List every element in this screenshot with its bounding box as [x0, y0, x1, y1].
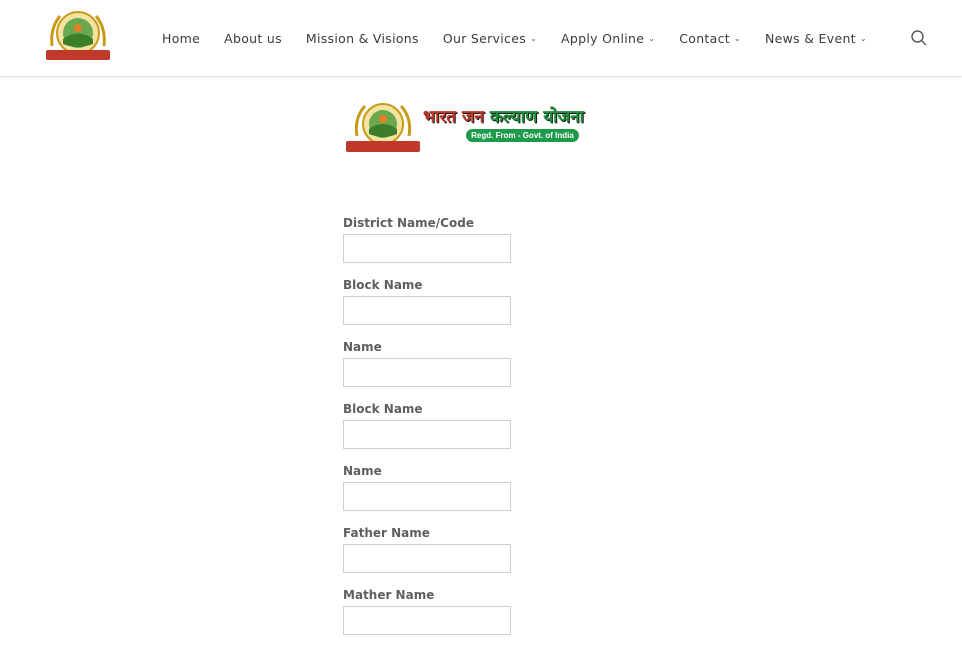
nav-label: Our Services [442, 31, 527, 46]
nav-our-services[interactable]: Our Services ⌄ [431, 31, 549, 46]
field-block-name: Block Name [343, 277, 643, 339]
nav-label: Contact [679, 31, 730, 46]
nav-label: News & Event [764, 31, 856, 46]
registration-badge: Regd. From - Govt. of India [466, 129, 579, 142]
nav-label: Apply Online [561, 31, 645, 46]
nav-label: Home [162, 31, 201, 46]
main-nav: Home About us Mission & Visions Our Serv… [150, 0, 879, 77]
field-name-2: Name [343, 463, 643, 525]
application-form: District Name/Code Block Name Name Block… [343, 215, 643, 649]
name-input[interactable] [343, 358, 511, 387]
nav-news-event[interactable]: News & Event ⌄ [753, 31, 879, 46]
site-logo[interactable] [40, 6, 116, 64]
chevron-down-icon: ⌄ [530, 34, 538, 43]
field-label: Block Name [343, 278, 423, 292]
field-mother-name: Mather Name [343, 587, 643, 649]
district-name-code-input[interactable] [343, 234, 511, 263]
chevron-down-icon: ⌄ [733, 34, 741, 43]
nav-label: About us [224, 31, 282, 46]
mother-name-input[interactable] [343, 606, 511, 635]
field-label: Block Name [343, 402, 423, 416]
search-icon[interactable] [910, 29, 928, 47]
chevron-down-icon: ⌄ [648, 34, 656, 43]
brand-title-part2: कल्याण योजना [489, 107, 584, 127]
block-name-input[interactable] [343, 296, 511, 325]
nav-home[interactable]: Home [150, 31, 212, 46]
nav-about-us[interactable]: About us [212, 31, 294, 46]
nav-mission-visions[interactable]: Mission & Visions [294, 31, 431, 46]
field-label: Mather Name [343, 588, 435, 602]
brand-title: भारत जन कल्याण योजना [423, 104, 584, 127]
field-label: District Name/Code [343, 216, 474, 230]
brand-banner: भारत जन कल्याण योजना Regd. From - Govt. … [343, 98, 625, 158]
field-label: Name [343, 340, 382, 354]
field-name: Name [343, 339, 643, 401]
chevron-down-icon: ⌄ [859, 34, 867, 43]
field-label: Father Name [343, 526, 430, 540]
nav-label: Mission & Visions [305, 31, 419, 46]
top-navbar: Home About us Mission & Visions Our Serv… [0, 0, 962, 77]
brand-title-part1: भारत जन [423, 107, 484, 127]
field-district-name-code: District Name/Code [343, 215, 643, 277]
nav-apply-online[interactable]: Apply Online ⌄ [549, 31, 667, 46]
field-label: Name [343, 464, 382, 478]
brand-emblem [346, 103, 420, 152]
field-block-name-2: Block Name [343, 401, 643, 463]
name-input-2[interactable] [343, 482, 511, 511]
nav-contact[interactable]: Contact ⌄ [667, 31, 753, 46]
field-father-name: Father Name [343, 525, 643, 587]
block-name-input-2[interactable] [343, 420, 511, 449]
father-name-input[interactable] [343, 544, 511, 573]
